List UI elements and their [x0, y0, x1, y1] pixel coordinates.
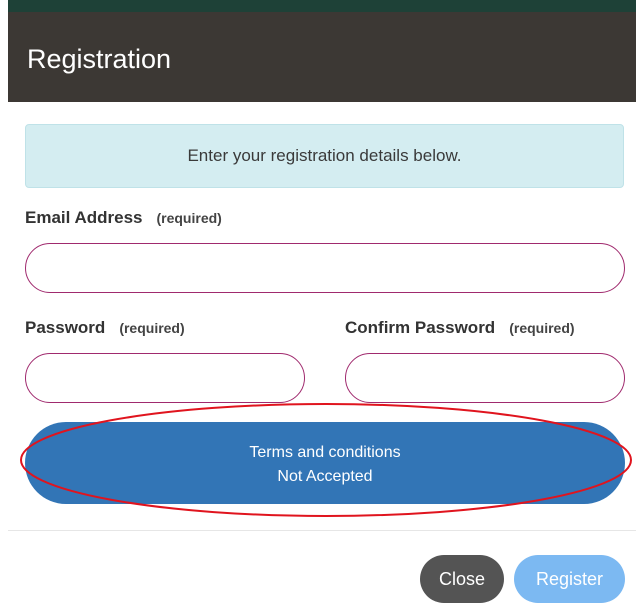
terms-and-conditions-button[interactable]: Terms and conditions Not Accepted [25, 422, 625, 504]
confirm-password-label-group: Confirm Password (required) [345, 318, 575, 338]
confirm-password-label: Confirm Password [345, 318, 496, 337]
registration-dialog: Registration Enter your registration det… [0, 0, 636, 615]
terms-status: Not Accepted [277, 468, 373, 485]
dialog-header: Registration [8, 12, 636, 102]
email-label-group: Email Address (required) [25, 208, 222, 228]
password-label-group: Password (required) [25, 318, 185, 338]
password-label: Password [25, 318, 106, 337]
email-required-label: (required) [156, 210, 222, 226]
email-input[interactable] [25, 243, 625, 293]
footer-divider [8, 530, 636, 531]
top-accent-strip [8, 0, 636, 12]
password-input[interactable] [25, 353, 305, 403]
email-label: Email Address [25, 208, 143, 227]
terms-title: Terms and conditions [249, 444, 401, 461]
close-button[interactable]: Close [420, 555, 504, 603]
dialog-title: Registration [27, 44, 172, 74]
confirm-password-required-label: (required) [509, 320, 575, 336]
confirm-password-input[interactable] [345, 353, 625, 403]
info-message: Enter your registration details below. [25, 124, 624, 188]
password-required-label: (required) [119, 320, 185, 336]
register-button[interactable]: Register [514, 555, 625, 603]
